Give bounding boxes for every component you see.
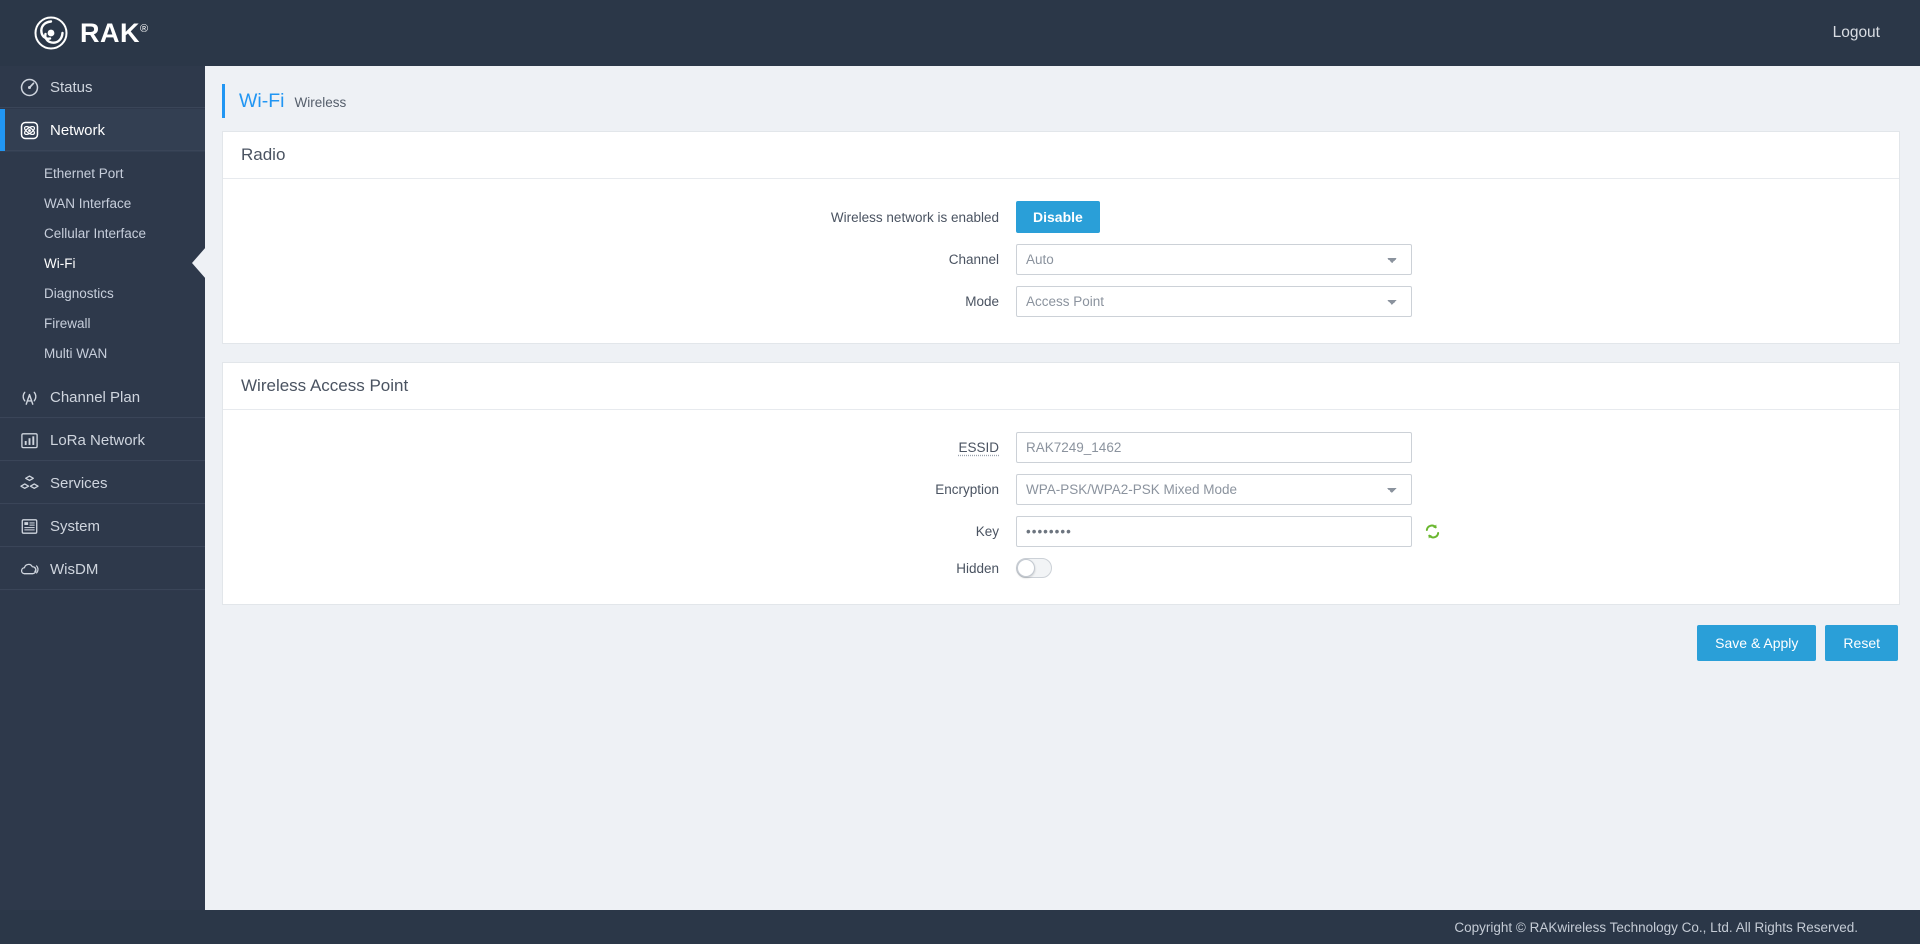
sidebar-subitem-label: Firewall [44,315,91,331]
channel-control: Auto [1016,244,1412,275]
access-point-panel: Wireless Access Point ESSID Encryption W… [222,362,1900,605]
sidebar-subitem-label: Ethernet Port [44,165,124,181]
top-bar: RAK® Logout [0,0,1920,66]
hidden-control [1016,558,1052,578]
regenerate-refresh-icon[interactable] [1424,523,1441,540]
sidebar-subitem-cellular-interface[interactable]: Cellular Interface [0,218,205,248]
sidebar-subitem-label: Diagnostics [44,285,114,301]
mode-row: Mode Access Point [223,286,1899,317]
encryption-label: Encryption [935,482,999,497]
access-point-panel-heading: Wireless Access Point [223,363,1899,410]
sidebar-subitem-label: Cellular Interface [44,225,147,241]
channel-select[interactable]: Auto [1016,244,1412,275]
page-header: Wi-Fi Wireless [222,84,1900,118]
rak-swirl-logo-icon [34,16,68,50]
essid-row: ESSID [223,432,1899,463]
footer: Copyright © RAKwireless Technology Co., … [0,910,1920,944]
sidebar-item-label: LoRa Network [50,431,146,449]
sidebar-subitem-wifi[interactable]: Wi-Fi [0,248,205,278]
sidebar-subitem-label: WAN Interface [44,195,132,211]
sidebar-item-channel-plan[interactable]: Channel Plan [0,376,205,419]
sidebar-subitem-label: Multi WAN [44,345,108,361]
encryption-row: Encryption WPA-PSK/WPA2-PSK Mixed Mode [223,474,1899,505]
hidden-toggle[interactable] [1016,558,1052,578]
sidebar-item-label: WisDM [50,560,99,578]
sidebar-item-label: System [50,517,101,535]
footer-copyright: Copyright © RAKwireless Technology Co., … [1454,919,1858,935]
radio-panel-heading: Radio [223,132,1899,179]
sidebar-subitem-diagnostics[interactable]: Diagnostics [0,278,205,308]
brand: RAK® [34,16,149,50]
brand-registered-mark: ® [140,22,149,35]
sidebar-subitem-label: Wi-Fi [44,255,76,271]
sidebar-subitem-firewall[interactable]: Firewall [0,308,205,338]
disable-button[interactable]: Disable [1016,201,1100,233]
sidebar-item-network[interactable]: Network [0,109,205,152]
essid-input[interactable] [1016,432,1412,463]
key-label: Key [975,524,999,539]
form-actions: Save & Apply Reset [222,625,1900,661]
mode-select[interactable]: Access Point [1016,286,1412,317]
page-subtitle: Wireless [294,95,347,110]
wireless-enabled-label: Wireless network is enabled [830,209,999,225]
encryption-select[interactable]: WPA-PSK/WPA2-PSK Mixed Mode [1016,474,1412,505]
wireless-enabled-control: Disable [1016,201,1100,233]
sidebar-subnav-network: Ethernet Port WAN Interface Cellular Int… [0,152,205,376]
encryption-control: WPA-PSK/WPA2-PSK Mixed Mode [1016,474,1412,505]
hidden-label: Hidden [956,560,999,576]
blocks-cubes-icon [18,472,40,494]
sidebar-item-wisdm[interactable]: WisDM [0,548,205,591]
sidebar-subitem-wan-interface[interactable]: WAN Interface [0,188,205,218]
channel-row: Channel Auto [223,244,1899,275]
radio-panel-body: Wireless network is enabled Disable Chan… [223,179,1899,343]
logout-link[interactable]: Logout [1833,24,1880,42]
sidebar-item-label: Network [50,121,106,139]
key-row: Key [223,516,1899,547]
antenna-broadcast-icon [18,386,40,408]
sidebar-item-system[interactable]: System [0,505,205,548]
sidebar-subitem-ethernet-port[interactable]: Ethernet Port [0,158,205,188]
radio-panel: Radio Wireless network is enabled Disabl… [222,131,1900,344]
sidebar-item-services[interactable]: Services [0,462,205,505]
main-content: Wi-Fi Wireless Radio Wireless network is… [205,66,1920,910]
access-point-panel-body: ESSID Encryption WPA-PSK/WPA2-PSK Mixed … [223,410,1899,604]
key-input[interactable] [1016,516,1412,547]
key-control [1016,516,1441,547]
hidden-row: Hidden [223,558,1899,578]
sidebar-subitem-multi-wan[interactable]: Multi WAN [0,338,205,368]
network-atom-icon [18,119,40,141]
sidebar-item-lora-network[interactable]: LoRa Network [0,419,205,462]
sidebar-item-label: Status [50,78,93,96]
server-list-icon [18,515,40,537]
sidebar-item-status[interactable]: Status [0,66,205,109]
sidebar-item-label: Channel Plan [50,388,141,406]
channel-label: Channel [948,252,999,267]
essid-label: ESSID [958,440,999,455]
sidebar-item-label: Services [50,474,108,492]
app-root: RAK® Logout Status Network Ethernet Port… [0,0,1920,944]
hidden-toggle-knob [1017,559,1035,577]
page-title: Wi-Fi [239,90,285,112]
mode-control: Access Point [1016,286,1412,317]
cloud-signal-icon [18,558,40,580]
bar-chart-icon [18,429,40,451]
save-apply-button[interactable]: Save & Apply [1697,625,1817,661]
essid-control [1016,432,1412,463]
reset-button[interactable]: Reset [1825,625,1898,661]
wireless-enabled-row: Wireless network is enabled Disable [223,201,1899,233]
mode-label: Mode [965,294,999,309]
dashboard-gauge-icon [18,76,40,98]
brand-title: RAK® [80,17,149,48]
sidebar: Status Network Ethernet Port WAN Interfa… [0,66,205,910]
